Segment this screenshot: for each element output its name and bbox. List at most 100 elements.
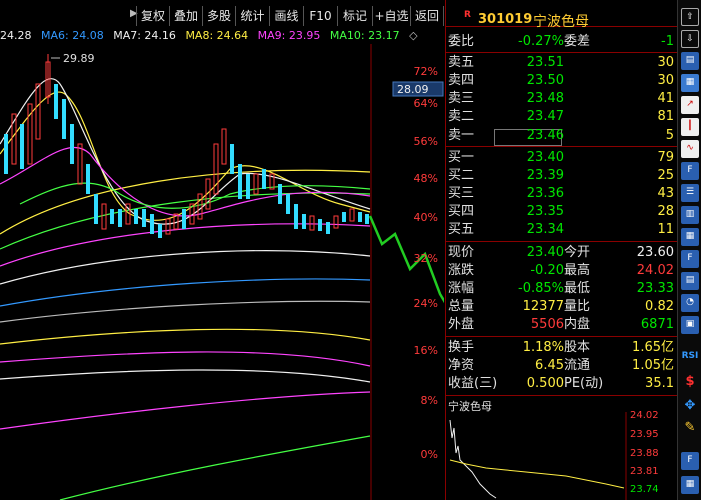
- ask-volume: 30: [657, 55, 674, 70]
- candle: [342, 212, 346, 222]
- dollar-icon[interactable]: $: [681, 374, 699, 392]
- calendar-icon[interactable]: ▦: [681, 476, 699, 494]
- statistics-button[interactable]: 统计: [235, 6, 269, 26]
- candle: [62, 99, 66, 139]
- candle: [165, 218, 171, 235]
- bid-price: 23.36: [526, 186, 564, 201]
- stat-value: 6871: [640, 317, 674, 332]
- bid-row[interactable]: 买五 23.34 11: [446, 221, 677, 239]
- stat-value: -0.85%: [518, 281, 564, 296]
- minute-icon[interactable]: ∿: [681, 140, 699, 158]
- table-icon[interactable]: ▤: [681, 272, 699, 290]
- back-button[interactable]: 返回: [410, 6, 444, 26]
- candle: [182, 209, 186, 229]
- candle: [118, 209, 122, 227]
- add-watchlist-button[interactable]: +自选: [372, 6, 410, 26]
- pct-label: 64%: [414, 97, 438, 110]
- mini-intraday-chart[interactable]: 宁波色母 24.02 23.95 23.88 23.81 23.74: [446, 398, 677, 500]
- multi-stock-button[interactable]: 多股: [202, 6, 235, 26]
- ask-price: 23.47: [526, 109, 564, 124]
- candle: [309, 215, 315, 231]
- ma-line-7: [0, 328, 371, 345]
- move-icon[interactable]: ✥: [681, 398, 699, 416]
- bid-price: 23.39: [526, 168, 564, 183]
- ma-line-9: [0, 369, 371, 383]
- ask-volume: 5: [665, 128, 674, 143]
- price-tag-label: 28.09: [397, 83, 429, 96]
- bid-label: 买五: [448, 222, 475, 237]
- mini-y-label: 23.74: [630, 484, 659, 495]
- stat-row: 涨幅 -0.85% 最低 23.33: [446, 280, 677, 298]
- divider: [446, 336, 677, 337]
- ask-price: 23.50: [526, 73, 564, 88]
- overlay-button[interactable]: 叠加: [169, 6, 202, 26]
- ask-row[interactable]: 卖五 23.51 30: [446, 54, 677, 72]
- bid-row[interactable]: 买二 23.39 25: [446, 167, 677, 185]
- mini-avg-line: [449, 459, 625, 489]
- diamond-icon[interactable]: ◇: [409, 29, 417, 42]
- candle: [197, 193, 203, 220]
- bid-label: 买三: [448, 186, 475, 201]
- pie-icon[interactable]: ◔: [681, 294, 699, 312]
- stat-row: 外盘 5506 内盘 6871: [446, 316, 677, 334]
- f10-button[interactable]: F10: [303, 6, 337, 26]
- report-icon[interactable]: ▦: [681, 74, 699, 92]
- bid-row[interactable]: 买三 23.36 43: [446, 185, 677, 203]
- bid-price: 23.34: [526, 222, 564, 237]
- stat-row: 现价 23.40 今开 23.60: [446, 244, 677, 262]
- ask-row[interactable]: 卖三 23.48 41: [446, 90, 677, 108]
- candle: [221, 128, 227, 165]
- ma9-value: MA9: 23.95: [257, 29, 321, 42]
- box-icon[interactable]: ▣: [681, 316, 699, 334]
- ma10-value: MA10: 23.17: [329, 29, 400, 42]
- stat-label: 换手: [448, 340, 475, 355]
- bid-price: 23.35: [526, 204, 564, 219]
- divider: [446, 241, 677, 242]
- kline-chart[interactable]: 29.89 28.09 72% 64% 56% 48% 40% 32% 24% …: [0, 44, 444, 500]
- candle: [333, 215, 339, 229]
- scroll-down-icon[interactable]: ⇩: [681, 30, 699, 48]
- weibi-value: -0.27%: [518, 34, 564, 49]
- stat-value: 6.45: [535, 358, 564, 373]
- ask-price: 23.46: [526, 128, 564, 143]
- ask-row[interactable]: 卖一 23.46 5: [446, 127, 677, 145]
- mark-button[interactable]: 标记: [337, 6, 372, 26]
- ask-row[interactable]: 卖二 23.47 81: [446, 108, 677, 126]
- bid-volume: 79: [657, 150, 674, 165]
- candle-icon[interactable]: ┃: [681, 118, 699, 136]
- rsi-icon[interactable]: RSI: [681, 348, 699, 366]
- f12-icon[interactable]: F: [681, 250, 699, 268]
- pencil-icon[interactable]: ✎: [681, 420, 699, 438]
- grid-icon[interactable]: ▦: [681, 228, 699, 246]
- ask-row[interactable]: 卖四 23.50 30: [446, 72, 677, 90]
- candle: [101, 203, 107, 230]
- info-icon[interactable]: ▥: [681, 206, 699, 224]
- kline-icon[interactable]: ▤: [681, 52, 699, 70]
- pct-label: 56%: [414, 135, 438, 148]
- chart-icon[interactable]: ↗: [681, 96, 699, 114]
- f10-icon[interactable]: F: [681, 162, 699, 180]
- ma-line-11: [0, 391, 371, 430]
- list-icon[interactable]: ☰: [681, 184, 699, 202]
- quote-panel: R 301019 宁波色母 委比 -0.27% 委差 -1 卖五 23.51 3…: [445, 0, 677, 500]
- stat-label: 量比: [564, 299, 591, 314]
- restore-rights-button[interactable]: 复权: [136, 6, 169, 26]
- draw-line-button[interactable]: 画线: [269, 6, 303, 26]
- bid-row[interactable]: 买一 23.40 79: [446, 149, 677, 167]
- candle: [142, 209, 146, 227]
- f5-icon[interactable]: F: [681, 452, 699, 470]
- candle: [302, 214, 306, 229]
- stat-row: 收益(三) 0.500 PE(动) 35.1: [446, 375, 677, 393]
- drawn-zigzag-line[interactable]: [368, 215, 444, 350]
- scroll-up-icon[interactable]: ⇧: [681, 8, 699, 26]
- pct-label: 0%: [421, 448, 438, 461]
- candle: [253, 173, 259, 195]
- candle: [134, 209, 138, 224]
- bid-row[interactable]: 买四 23.35 28: [446, 203, 677, 221]
- candle: [20, 124, 24, 169]
- bid-volume: 43: [657, 186, 674, 201]
- mini-price-line: [449, 419, 497, 499]
- candle: [318, 219, 322, 231]
- stat-label: 外盘: [448, 317, 475, 332]
- stat-value: 24.02: [636, 263, 674, 278]
